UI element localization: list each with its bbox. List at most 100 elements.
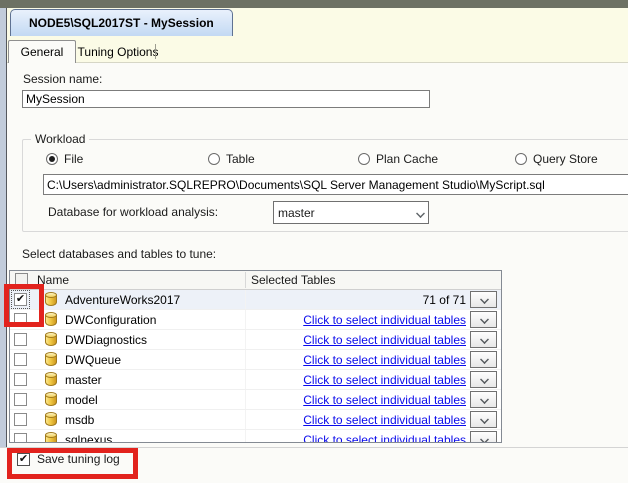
database-row-checkbox[interactable] — [14, 433, 27, 442]
database-name: DWDiagnostics — [65, 333, 148, 347]
chevron-down-icon — [480, 375, 488, 383]
database-name: DWConfiguration — [65, 313, 157, 327]
selected-tables-cell: 71 of 71 — [422, 293, 466, 307]
database-table-header: Name Selected Tables — [10, 271, 501, 290]
session-name-label: Session name: — [23, 72, 103, 86]
row-dropdown-button[interactable] — [470, 351, 497, 368]
radio-button-icon — [46, 153, 58, 165]
tab-tuning-options-label: Tuning Options — [77, 44, 159, 59]
selected-tables-cell: Click to select individual tables — [250, 413, 466, 427]
save-tuning-log-checkbox[interactable] — [17, 452, 30, 466]
row-dropdown-button[interactable] — [470, 311, 497, 328]
row-dropdown-button[interactable] — [470, 291, 497, 308]
database-name: DWQueue — [65, 353, 122, 367]
workload-radio-query-store[interactable]: Query Store — [515, 152, 598, 166]
chevron-down-icon — [480, 355, 488, 363]
bottom-divider — [0, 447, 628, 448]
select-all-checkbox[interactable] — [15, 273, 28, 286]
row-dropdown-button[interactable] — [470, 391, 497, 408]
tab-general-label: General — [20, 45, 64, 59]
database-icon — [45, 392, 58, 407]
database-table: Name Selected Tables AdventureWorks2017 … — [9, 270, 502, 443]
column-header-name: Name — [37, 273, 70, 287]
chevron-down-icon — [480, 395, 488, 403]
database-row-checkbox[interactable] — [14, 373, 27, 386]
window-top-edge — [0, 0, 628, 8]
database-row-checkbox[interactable] — [14, 413, 27, 426]
database-table-row[interactable]: DWQueue Click to select individual table… — [10, 350, 501, 370]
database-icon — [45, 412, 58, 427]
database-row-checkbox[interactable] — [11, 290, 30, 309]
database-table-row[interactable]: sqlnexus Click to select individual tabl… — [10, 430, 501, 442]
dta-session-window: NODE5\SQL2017ST - MySession General Tuni… — [0, 0, 628, 483]
database-row-checkbox[interactable] — [14, 393, 27, 406]
radio-button-icon — [358, 153, 370, 165]
database-analysis-value: master — [278, 205, 315, 220]
selected-tables-cell: Click to select individual tables — [250, 373, 466, 387]
database-icon — [45, 292, 58, 307]
database-icon — [45, 372, 58, 387]
document-tab-bar: NODE5\SQL2017ST - MySession — [7, 8, 628, 36]
chevron-down-icon — [480, 295, 488, 303]
column-header-selected-tables: Selected Tables — [251, 273, 336, 287]
chevron-down-icon — [480, 335, 488, 343]
database-icon — [45, 432, 58, 442]
tab-tuning-options[interactable]: Tuning Options — [77, 40, 159, 63]
session-document-tab-label: NODE5\SQL2017ST - MySession — [29, 16, 214, 30]
row-dropdown-button[interactable] — [470, 371, 497, 388]
database-name: master — [65, 373, 102, 387]
workload-group: Workload File Table Plan Cache Query Sto… — [22, 132, 628, 232]
tab-separator — [155, 44, 156, 59]
workload-radio-plan-cache[interactable]: Plan Cache — [358, 152, 438, 166]
chevron-down-icon — [480, 435, 488, 443]
row-dropdown-button[interactable] — [470, 331, 497, 348]
selected-tables-cell: Click to select individual tables — [250, 433, 466, 442]
database-name: sqlnexus — [65, 433, 113, 442]
database-table-row[interactable]: DWDiagnostics Click to select individual… — [10, 330, 501, 350]
workload-group-label: Workload — [31, 132, 90, 146]
general-tab-page: Session name: Workload File Table Plan C… — [7, 63, 628, 447]
select-individual-tables-link[interactable]: Click to select individual tables — [303, 393, 466, 407]
tab-general[interactable]: General — [8, 40, 76, 63]
workload-radio-file[interactable]: File — [46, 152, 83, 166]
workload-file-path-input[interactable] — [43, 174, 628, 195]
save-tuning-log-label: Save tuning log — [37, 452, 120, 466]
select-individual-tables-link[interactable]: Click to select individual tables — [303, 353, 466, 367]
database-table-row[interactable]: AdventureWorks2017 71 of 71 — [10, 290, 501, 310]
database-row-checkbox[interactable] — [14, 353, 27, 366]
save-tuning-log-row: Save tuning log — [17, 452, 120, 466]
row-dropdown-button[interactable] — [470, 411, 497, 428]
database-name: msdb — [65, 413, 95, 427]
database-table-row[interactable]: master Click to select individual tables — [10, 370, 501, 390]
database-table-row[interactable]: DWConfiguration Click to select individu… — [10, 310, 501, 330]
select-tables-label: Select databases and tables to tune: — [22, 247, 217, 261]
select-individual-tables-link[interactable]: Click to select individual tables — [303, 373, 466, 387]
chevron-down-icon — [416, 209, 424, 217]
database-table-row[interactable]: msdb Click to select individual tables — [10, 410, 501, 430]
select-individual-tables-link[interactable]: Click to select individual tables — [303, 413, 466, 427]
select-individual-tables-link[interactable]: Click to select individual tables — [303, 433, 466, 442]
row-dropdown-button[interactable] — [470, 431, 497, 442]
select-individual-tables-link[interactable]: Click to select individual tables — [303, 333, 466, 347]
window-left-edge — [0, 8, 7, 447]
database-name: model — [65, 393, 98, 407]
database-icon — [45, 332, 58, 347]
radio-button-icon — [208, 153, 220, 165]
chevron-down-icon — [480, 415, 488, 423]
session-document-tab[interactable]: NODE5\SQL2017ST - MySession — [10, 9, 233, 36]
database-analysis-combobox[interactable]: master — [273, 201, 429, 224]
chevron-down-icon — [480, 315, 488, 323]
database-table-row[interactable]: model Click to select individual tables — [10, 390, 501, 410]
selected-tables-cell: Click to select individual tables — [250, 333, 466, 347]
database-table-body: AdventureWorks2017 71 of 71 DWConfigurat… — [10, 290, 501, 442]
database-row-checkbox[interactable] — [14, 313, 27, 326]
workload-radio-table[interactable]: Table — [208, 152, 255, 166]
database-name: AdventureWorks2017 — [65, 293, 181, 307]
selected-tables-cell: Click to select individual tables — [250, 353, 466, 367]
selected-tables-cell: Click to select individual tables — [250, 393, 466, 407]
database-row-checkbox[interactable] — [14, 333, 27, 346]
database-icon — [45, 352, 58, 367]
selected-tables-cell: Click to select individual tables — [250, 313, 466, 327]
select-individual-tables-link[interactable]: Click to select individual tables — [303, 313, 466, 327]
session-name-input[interactable] — [22, 90, 430, 108]
